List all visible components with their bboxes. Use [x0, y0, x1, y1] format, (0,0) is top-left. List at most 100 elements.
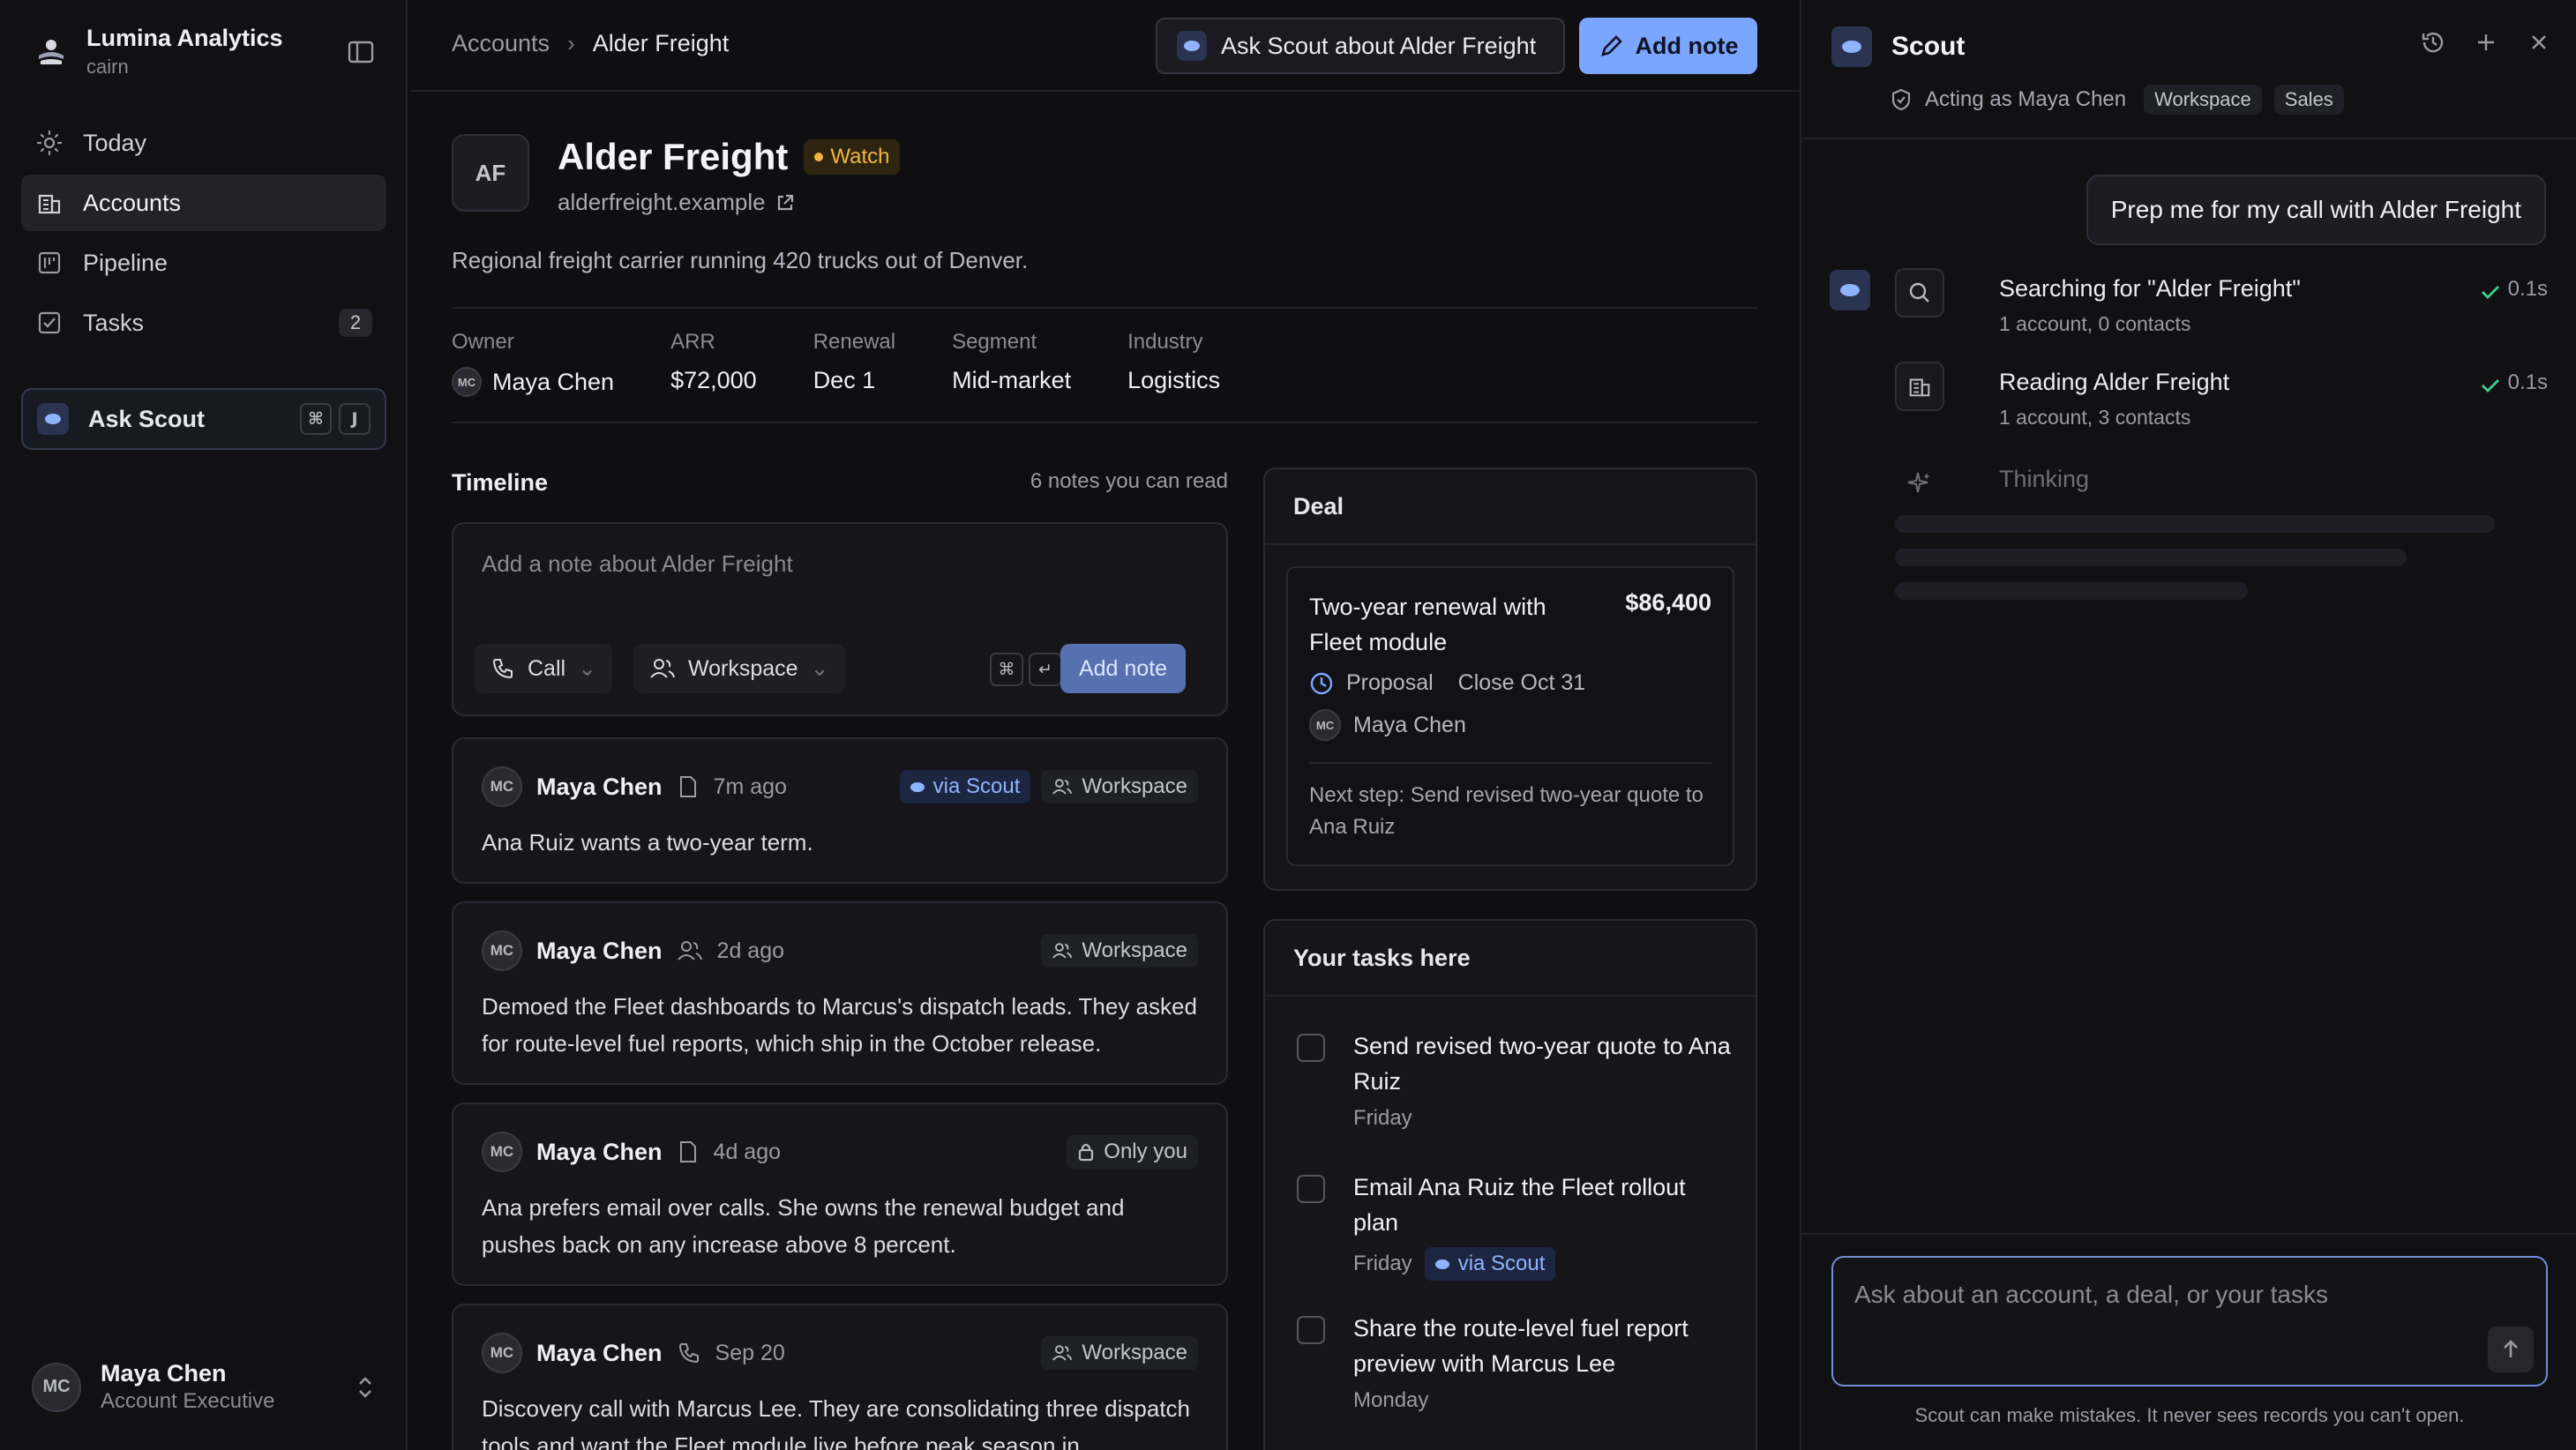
sidebar-toggle-icon[interactable]	[346, 37, 376, 67]
scout-chat-input[interactable]: Ask about an account, a deal, or your ta…	[1831, 1256, 2548, 1386]
account-name: Alder Freight	[558, 136, 789, 177]
tasks-count-badge: 2	[339, 309, 372, 337]
phone-icon	[492, 659, 513, 679]
add-note-label: Add note	[1635, 32, 1739, 59]
scout-panel-actions	[2419, 28, 2553, 56]
note-author: Maya Chen	[536, 773, 663, 800]
account-meta: Owner MC Maya Chen ARR $72,000 Renewal D…	[452, 330, 1220, 397]
note-composer[interactable]: Add a note about Alder Freight Call ⌄ Wo…	[452, 522, 1228, 716]
sidebar-item-today[interactable]: Today	[21, 115, 386, 171]
note-author: Maya Chen	[536, 1138, 663, 1165]
close-icon[interactable]	[2525, 28, 2553, 56]
building-icon	[1895, 362, 1944, 411]
send-button[interactable]	[2488, 1327, 2534, 1372]
divider	[1309, 762, 1711, 764]
sidebar-item-label: Today	[83, 129, 147, 156]
note-time: 4d ago	[713, 1139, 782, 1164]
visibility-badge: Only you	[1067, 1135, 1198, 1169]
breadcrumb-current: Alder Freight	[592, 30, 730, 56]
account-detail: Accounts › Alder Freight Ask Scout about…	[409, 0, 1800, 1450]
avatar: MC	[1309, 709, 1341, 741]
scope-badge: Sales	[2273, 85, 2344, 115]
sidebar-item-label: Pipeline	[83, 249, 168, 276]
step-title: Reading Alder Freight	[1999, 369, 2230, 395]
scout-panel-header: Scout	[1831, 26, 1965, 67]
divider	[452, 422, 1757, 423]
scout-icon	[37, 403, 69, 435]
deal-name: Two-year renewal with Fleet module	[1309, 594, 1546, 655]
note-body: Ana prefers email over calls. She owns t…	[482, 1194, 1125, 1258]
account-domain: alderfreight.example	[558, 189, 766, 215]
breadcrumb-accounts[interactable]: Accounts	[452, 30, 550, 57]
task-title[interactable]: Share the route-level fuel report previe…	[1353, 1311, 1731, 1381]
note-visibility-select[interactable]: Workspace ⌄	[633, 644, 845, 693]
timeline-note[interactable]: MC Maya Chen 4d ago Only you Ana prefers…	[452, 1102, 1228, 1286]
task-checkbox[interactable]	[1297, 1316, 1325, 1344]
brand[interactable]: Lumina Analytics cairn	[35, 25, 283, 78]
ask-scout-button[interactable]: Ask Scout ⌘ J	[21, 388, 386, 450]
task-checkbox[interactable]	[1297, 1175, 1325, 1203]
phone-icon	[678, 1343, 699, 1364]
note-body: Discovery call with Marcus Lee. They are…	[482, 1395, 1191, 1450]
meta-label: Segment	[952, 330, 1037, 354]
meta-label: ARR	[670, 330, 715, 354]
task-item: Send revised two-year quote to Ana Ruiz …	[1297, 1028, 1731, 1131]
add-note-button[interactable]: Add note	[1579, 18, 1757, 74]
step-title: Searching for "Alder Freight"	[1999, 275, 2301, 302]
sidebar-item-label: Accounts	[83, 189, 182, 216]
plus-icon[interactable]	[2472, 28, 2500, 56]
scout-panel-title: Scout	[1891, 32, 1966, 61]
meta-value: Logistics	[1127, 367, 1221, 393]
note-icon	[679, 776, 696, 797]
brand-name: Lumina Analytics	[86, 25, 283, 51]
history-icon[interactable]	[2419, 28, 2447, 56]
check-icon	[2482, 286, 2499, 299]
note-type-select[interactable]: Call ⌄	[475, 644, 613, 693]
workspace-name: cairn	[86, 56, 129, 78]
loading-skeleton	[1895, 515, 2495, 533]
note-time: 7m ago	[713, 774, 787, 799]
task-title[interactable]: Email Ana Ruiz the Fleet rollout plan	[1353, 1170, 1731, 1240]
meta-label: Industry	[1127, 330, 1203, 354]
meta-label: Owner	[452, 330, 514, 354]
task-title[interactable]: Send revised two-year quote to Ana Ruiz	[1353, 1028, 1731, 1099]
chevron-right-icon: ›	[567, 30, 575, 56]
user-menu[interactable]: MC Maya Chen Account Executive	[32, 1360, 376, 1414]
avatar: MC	[452, 367, 482, 397]
checkbox-icon	[38, 311, 61, 334]
note-type-label: Call	[528, 655, 566, 681]
deal-owner-row: MC Maya Chen	[1309, 709, 1466, 741]
sidebar-item-pipeline[interactable]: Pipeline	[21, 235, 386, 291]
sidebar-item-accounts[interactable]: Accounts	[21, 175, 386, 231]
timeline-note[interactable]: MC Maya Chen 7m ago via Scout Workspace …	[452, 737, 1228, 884]
via-scout-label: via Scout	[1457, 1252, 1546, 1275]
scout-icon	[1830, 270, 1870, 310]
composer-add-note-button[interactable]: Add note	[1060, 644, 1186, 693]
sidebar-item-tasks[interactable]: Tasks 2	[21, 295, 386, 351]
timeline-note[interactable]: MC Maya Chen Sep 20 Workspace Discovery …	[452, 1304, 1228, 1450]
people-icon	[1052, 943, 1073, 959]
deal-owner: Maya Chen	[1353, 712, 1466, 737]
ask-scout-about-account-button[interactable]: Ask Scout about Alder Freight	[1156, 18, 1565, 74]
user-role: Account Executive	[101, 1389, 275, 1413]
note-input-placeholder[interactable]: Add a note about Alder Freight	[482, 550, 793, 578]
account-domain-link[interactable]: alderfreight.example	[558, 189, 796, 216]
note-body: Demoed the Fleet dashboards to Marcus's …	[482, 993, 1197, 1057]
note-time: 2d ago	[716, 938, 785, 963]
divider	[1801, 1233, 2576, 1235]
visibility-label: Workspace	[1082, 938, 1187, 962]
deal-amount: $86,400	[1625, 589, 1711, 616]
user-message: Prep me for my call with Alder Freight	[2086, 175, 2546, 245]
avatar: MC	[482, 1132, 522, 1172]
step-duration: 0.1s	[2507, 277, 2548, 301]
timeline-note[interactable]: MC Maya Chen 2d ago Workspace Demoed the…	[452, 901, 1228, 1085]
scout-icon	[1831, 26, 1872, 67]
chevron-up-down-icon	[359, 1376, 371, 1398]
task-checkbox[interactable]	[1297, 1034, 1325, 1062]
deal-item[interactable]: Two-year renewal with Fleet module $86,4…	[1286, 566, 1734, 866]
acting-as-row: Acting as Maya Chen Workspace Sales	[1890, 85, 2344, 115]
status-badge: Watch	[804, 139, 901, 175]
status-label: Watch	[830, 145, 890, 168]
chat-input-placeholder[interactable]: Ask about an account, a deal, or your ta…	[1854, 1281, 2328, 1309]
kbd-key: ↵	[1029, 653, 1062, 686]
